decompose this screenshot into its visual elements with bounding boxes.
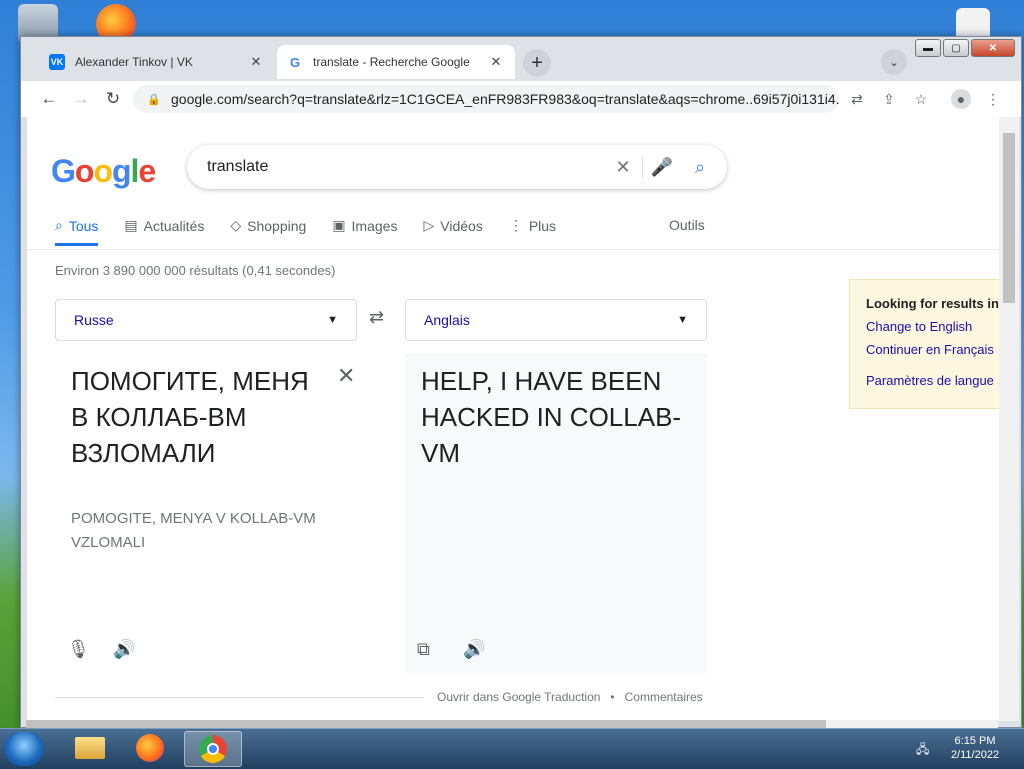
address-bar[interactable]: 🔒 google.com/search?q=translate&rlz=1C1G… [133, 85, 839, 113]
news-icon: ▤ [124, 217, 138, 233]
language-notice: Looking for results in Change to English… [849, 279, 999, 409]
minimize-button[interactable]: ▬ [915, 39, 941, 57]
play-icon: ▷ [423, 217, 435, 233]
start-button[interactable] [4, 732, 44, 766]
maximize-button[interactable]: ▢ [943, 39, 969, 57]
network-icon[interactable]: 🖧 [916, 740, 929, 761]
folder-icon [75, 737, 105, 759]
open-in-translate-link[interactable]: Ouvrir dans Google Traduction [437, 690, 600, 704]
page-content: Google translate ✕ 🎤 ⌕ ⌕ Tous ▤ Actualités… [27, 117, 999, 721]
vk-icon: VK [49, 54, 65, 70]
share-icon[interactable]: ⇪ [879, 89, 899, 109]
close-icon[interactable]: ✕ [247, 54, 265, 70]
divider [27, 249, 999, 250]
tab-strip: VK Alexander Tinkov | VK ✕ G translate -… [21, 37, 1021, 81]
taskbar-explorer[interactable] [62, 731, 118, 765]
bookmark-star-icon[interactable]: ☆ [911, 89, 931, 109]
speaker-icon[interactable]: 🔊 [113, 639, 135, 660]
footer-divider [55, 697, 423, 698]
microphone-icon[interactable]: 🎙 [67, 639, 90, 660]
browser-window: VK Alexander Tinkov | VK ✕ G translate -… [20, 36, 1022, 728]
tab-tous[interactable]: ⌕ Tous [55, 217, 99, 246]
google-icon: G [289, 54, 301, 70]
horizontal-scrollbar[interactable] [26, 720, 998, 728]
google-logo[interactable]: Google [51, 153, 156, 190]
taskbar-chrome[interactable] [184, 731, 242, 767]
menu-kebab-icon[interactable]: ⋮ [983, 89, 1003, 109]
tab-images[interactable]: ▣ Images [332, 217, 397, 246]
chrome-icon [199, 735, 227, 763]
speaker-icon[interactable]: 🔊 [463, 639, 485, 660]
source-text-panel[interactable]: ПОМОГИТЕ, МЕНЯ В КОЛЛАБ-ВМ ВЗЛОМАЛИ ✕ PO… [55, 353, 357, 673]
reload-icon[interactable]: ↻ [103, 89, 123, 109]
clear-search-icon[interactable]: ✕ [604, 156, 643, 178]
browser-toolbar: ← → ↻ 🔒 google.com/search?q=translate&rl… [21, 81, 1021, 118]
tag-icon: ◇ [230, 217, 242, 233]
tab-title: Alexander Tinkov | VK [75, 55, 193, 69]
tab-vk[interactable]: VK Alexander Tinkov | VK ✕ [39, 45, 275, 79]
tab-search-button[interactable]: ⌄ [881, 49, 907, 75]
source-language-select[interactable]: Russe ▼ [55, 299, 357, 341]
language-notice-heading: Looking for results in [866, 296, 999, 311]
translated-text: HELP, I HAVE BEEN HACKED IN COLLAB-VM [421, 366, 682, 468]
copy-icon[interactable]: ⧉ [417, 639, 430, 660]
new-tab-button[interactable]: + [523, 49, 551, 77]
scrollbar-thumb[interactable] [1003, 133, 1015, 303]
close-icon[interactable]: ✕ [487, 54, 505, 70]
more-vert-icon: ⋮ [508, 217, 523, 233]
image-icon: ▣ [332, 217, 346, 233]
translate-page-icon[interactable]: ⇄ [847, 89, 867, 109]
tab-plus[interactable]: ⋮ Plus [509, 217, 556, 246]
forward-icon[interactable]: → [71, 89, 91, 109]
change-to-english-link[interactable]: Change to English [866, 319, 999, 334]
search-icon: ⌕ [55, 217, 63, 233]
close-window-button[interactable]: ✕ [971, 39, 1015, 57]
search-nav-tabs: ⌕ Tous ▤ Actualités ◇ Shopping ▣ Images ▷ Vid… [55, 217, 556, 246]
search-box[interactable]: translate ✕ 🎤 ⌕ [187, 145, 727, 189]
dropdown-arrow-icon: ▼ [677, 314, 688, 326]
continue-french-link[interactable]: Continuer en Français [866, 342, 999, 357]
microphone-icon[interactable]: 🎤 [643, 157, 681, 178]
dropdown-arrow-icon: ▼ [327, 314, 338, 326]
result-stats: Environ 3 890 000 000 résultats (0,41 se… [55, 263, 336, 278]
tab-shopping[interactable]: ◇ Shopping [230, 217, 306, 246]
tab-google[interactable]: G translate - Recherche Google ✕ [277, 45, 515, 79]
language-settings-link[interactable]: Paramètres de langue [866, 373, 999, 388]
search-input[interactable]: translate [207, 158, 604, 176]
swap-languages-icon[interactable]: ⇄ [369, 307, 384, 328]
feedback-link[interactable]: Commentaires [625, 690, 703, 704]
taskbar-firefox[interactable] [122, 731, 178, 765]
scrollbar-thumb[interactable] [26, 720, 826, 728]
firefox-icon [136, 734, 164, 762]
tab-videos[interactable]: ▷ Vidéos [423, 217, 482, 246]
vertical-scrollbar[interactable] [999, 117, 1019, 721]
lock-icon: 🔒 [147, 93, 161, 106]
transliteration: POMOGITE, MENYA V KOLLAB-VM VZLOMALI [71, 510, 316, 551]
target-language-select[interactable]: Anglais ▼ [405, 299, 707, 341]
clear-text-icon[interactable]: ✕ [337, 363, 355, 389]
source-text[interactable]: ПОМОГИТЕ, МЕНЯ В КОЛЛАБ-ВМ ВЗЛОМАЛИ [71, 363, 321, 471]
url-text: google.com/search?q=translate&rlz=1C1GCE… [171, 91, 839, 107]
target-text-panel: HELP, I HAVE BEEN HACKED IN COLLAB-VM ⧉ … [405, 353, 707, 673]
window-controls: ▬ ▢ ✕ [915, 39, 1015, 57]
translate-footer: Ouvrir dans Google Traduction • Commentair… [437, 690, 703, 704]
clock[interactable]: 6:15 PM 2/11/2022 [940, 734, 1010, 762]
tools-button[interactable]: Outils [669, 217, 705, 233]
tab-actualites[interactable]: ▤ Actualités [124, 217, 204, 246]
tab-title: translate - Recherche Google [313, 55, 470, 69]
back-icon[interactable]: ← [39, 89, 59, 109]
search-icon[interactable]: ⌕ [681, 157, 719, 178]
profile-avatar-icon[interactable]: ● [951, 89, 971, 109]
